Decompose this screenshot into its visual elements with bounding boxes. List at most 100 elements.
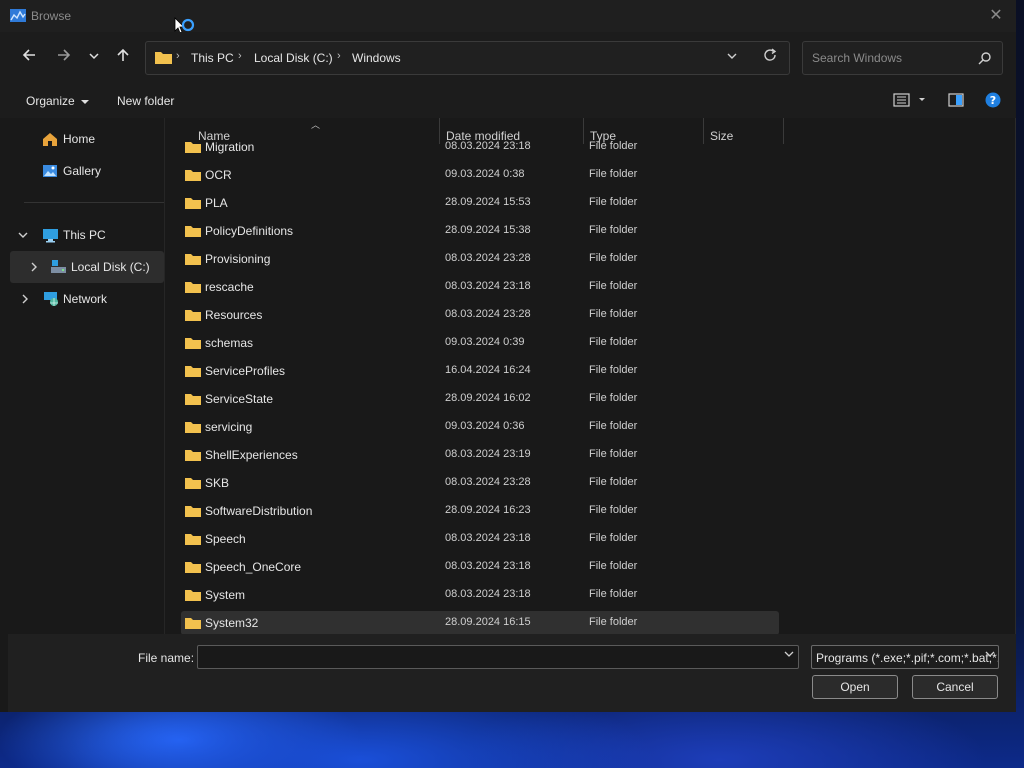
table-row[interactable]: PLA 28.09.2024 15:53 File folder — [181, 191, 779, 215]
row-name: ServiceProfiles — [205, 364, 286, 378]
row-date-modified: 28.09.2024 16:23 — [445, 504, 531, 516]
close-button[interactable]: ✕ — [982, 4, 1010, 28]
row-name: Speech_OneCore — [205, 560, 302, 574]
sidebar-item-home[interactable]: Home — [8, 123, 162, 155]
chevron-down-icon — [784, 651, 794, 657]
breadcrumb-local-disk[interactable]: Local Disk (C:) — [254, 51, 333, 65]
table-row[interactable]: ShellExperiences 08.03.2024 23:19 File fol… — [181, 443, 779, 467]
sidebar-item-this-pc[interactable]: This PC — [8, 219, 162, 251]
folder-icon — [185, 282, 201, 293]
table-row[interactable]: OCR 09.03.2024 0:38 File folder — [181, 163, 779, 187]
app-icon — [10, 9, 26, 22]
row-date-modified: 28.09.2024 15:53 — [445, 196, 531, 208]
up-button[interactable] — [111, 46, 135, 70]
table-row[interactable]: PolicyDefinitions 28.09.2024 15:38 File fo… — [181, 219, 779, 243]
preview-pane-button[interactable] — [948, 92, 964, 111]
table-row[interactable]: rescache 08.03.2024 23:18 File folder — [181, 275, 779, 299]
back-button[interactable] — [17, 46, 41, 70]
folder-icon — [185, 310, 201, 321]
address-dropdown-button[interactable] — [726, 50, 738, 65]
table-row[interactable]: SoftwareDistribution 28.09.2024 16:23 File… — [181, 499, 779, 523]
folder-icon — [185, 338, 201, 349]
sidebar-item-local-disk[interactable]: Local Disk (C:) — [10, 251, 164, 283]
table-row[interactable]: Speech 08.03.2024 23:18 File folder — [181, 527, 779, 551]
row-type: File folder — [589, 476, 638, 488]
organize-button[interactable]: Organize — [26, 94, 90, 108]
breadcrumb-separator: › — [337, 50, 341, 62]
table-row[interactable]: Migration 08.03.2024 23:18 File folder — [181, 135, 779, 159]
folder-icon — [185, 394, 201, 405]
folder-icon — [185, 478, 201, 489]
folder-icon — [185, 590, 201, 601]
home-icon — [43, 133, 57, 146]
refresh-icon — [764, 48, 777, 61]
table-row[interactable]: SKB 08.03.2024 23:28 File folder — [181, 471, 779, 495]
column-resize-handle[interactable] — [783, 118, 784, 144]
help-icon: ? — [985, 92, 1001, 108]
row-date-modified: 28.09.2024 16:15 — [445, 616, 531, 628]
row-type: File folder — [589, 616, 638, 628]
address-bar[interactable]: › This PC › Local Disk (C:) › Windows — [145, 41, 790, 75]
recent-locations-button[interactable] — [82, 46, 106, 70]
sidebar-item-label: Network — [63, 292, 108, 306]
file-type-filter-value: Programs (*.exe;*.pif;*.com;*.bat;*.cmd) — [816, 651, 999, 665]
row-date-modified: 08.03.2024 23:18 — [445, 140, 531, 152]
row-type: File folder — [589, 280, 638, 292]
row-date-modified: 09.03.2024 0:39 — [445, 336, 525, 348]
sidebar-item-label: Gallery — [63, 164, 102, 178]
forward-button[interactable] — [52, 46, 76, 70]
file-list: ︿ Name Date modified Type Size Migration… — [165, 118, 1005, 634]
file-type-filter-select[interactable]: Programs (*.exe;*.pif;*.com;*.bat;*.cmd) — [811, 645, 999, 669]
row-date-modified: 28.09.2024 16:02 — [445, 392, 531, 404]
open-button[interactable]: Open — [812, 675, 898, 699]
file-type-filter-dropdown-button[interactable] — [985, 649, 995, 662]
breadcrumb-windows[interactable]: Windows — [352, 51, 401, 65]
new-folder-button[interactable]: New folder — [117, 94, 174, 108]
refresh-button[interactable] — [763, 48, 777, 66]
row-type: File folder — [589, 196, 638, 208]
table-row[interactable]: Provisioning 08.03.2024 23:28 File folder — [181, 247, 779, 271]
sidebar-item-network[interactable]: Network — [8, 283, 162, 315]
row-name: Provisioning — [205, 252, 271, 266]
row-date-modified: 08.03.2024 23:18 — [445, 532, 531, 544]
table-row[interactable]: schemas 09.03.2024 0:39 File folder — [181, 331, 779, 355]
help-button[interactable]: ? — [985, 92, 1001, 111]
folder-icon — [155, 52, 172, 64]
table-row[interactable]: System32 28.09.2024 16:15 File folder — [181, 611, 779, 634]
search-input[interactable]: Search Windows — [802, 41, 1003, 75]
breadcrumb-separator: › — [176, 50, 180, 62]
table-row[interactable]: ServiceProfiles 16.04.2024 16:24 File fold… — [181, 359, 779, 383]
table-row[interactable]: servicing 09.03.2024 0:36 File folder — [181, 415, 779, 439]
table-row[interactable]: System 08.03.2024 23:18 File folder — [181, 583, 779, 607]
drive-icon — [51, 260, 66, 273]
breadcrumb-this-pc[interactable]: This PC — [191, 51, 234, 65]
row-name: SKB — [205, 476, 230, 490]
row-name: SoftwareDistribution — [205, 504, 313, 518]
row-name: System — [205, 588, 246, 602]
row-name: servicing — [205, 420, 253, 434]
view-options-button[interactable] — [893, 92, 927, 111]
table-row[interactable]: Resources 08.03.2024 23:28 File folder — [181, 303, 779, 327]
cancel-button[interactable]: Cancel — [912, 675, 998, 699]
table-row[interactable]: ServiceState 28.09.2024 16:02 File folder — [181, 387, 779, 411]
file-name-dropdown-button[interactable] — [784, 649, 794, 662]
sidebar-item-label: This PC — [63, 228, 106, 242]
folder-icon — [185, 534, 201, 545]
row-name: rescache — [205, 280, 254, 294]
sidebar-item-gallery[interactable]: Gallery — [8, 155, 162, 187]
file-name-label: File name: — [138, 651, 195, 665]
chevron-down-icon — [985, 651, 995, 657]
organize-label: Organize — [26, 94, 75, 108]
row-date-modified: 28.09.2024 15:38 — [445, 224, 531, 236]
row-date-modified: 08.03.2024 23:18 — [445, 280, 531, 292]
row-type: File folder — [589, 168, 638, 180]
row-type: File folder — [589, 560, 638, 572]
row-name: ServiceState — [205, 392, 274, 406]
row-date-modified: 09.03.2024 0:38 — [445, 168, 525, 180]
table-row[interactable]: Speech_OneCore 08.03.2024 23:18 File folde… — [181, 555, 779, 579]
row-date-modified: 08.03.2024 23:28 — [445, 476, 531, 488]
row-name: System32 — [205, 616, 259, 630]
file-name-input[interactable] — [197, 645, 799, 669]
breadcrumb-separator: › — [238, 50, 242, 62]
network-icon — [44, 292, 58, 306]
